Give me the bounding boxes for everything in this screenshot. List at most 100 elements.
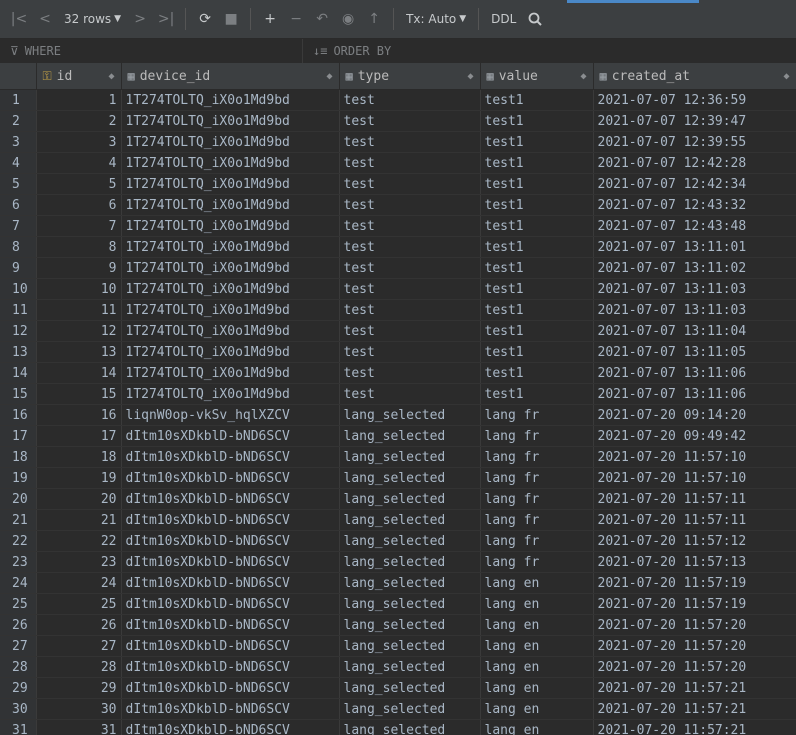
refresh-icon[interactable]: ⟳ — [192, 6, 218, 32]
cell-device-id[interactable]: dItm10sXDkblD-bND6SCV — [121, 572, 340, 594]
sort-toggle-icon[interactable]: ◆ — [108, 71, 114, 82]
cell-created-at[interactable]: 2021-07-07 13:11:01 — [593, 236, 796, 258]
cell-device-id[interactable]: 1T274TOLTQ_iX0o1Md9bd — [121, 173, 340, 195]
where-filter-input[interactable]: ⊽ WHERE — [0, 39, 303, 63]
table-row[interactable]: 6 6 1T274TOLTQ_iX0o1Md9bd test test1 2021-07-… — [0, 194, 796, 216]
table-row[interactable]: 12 12 1T274TOLTQ_iX0o1Md9bd test test1 2021-0… — [0, 320, 796, 342]
cell-value[interactable]: test1 — [480, 131, 594, 153]
table-row[interactable]: 7 7 1T274TOLTQ_iX0o1Md9bd test test1 2021-07-… — [0, 215, 796, 237]
cell-created-at[interactable]: 2021-07-07 12:42:34 — [593, 173, 796, 195]
cell-created-at[interactable]: 2021-07-07 13:11:05 — [593, 341, 796, 363]
cell-id[interactable]: 12 — [36, 320, 122, 342]
cell-type[interactable]: lang_selected — [339, 719, 481, 735]
table-row[interactable]: 21 21 dItm10sXDkblD-bND6SCV lang_selected la… — [0, 509, 796, 531]
cell-id[interactable]: 11 — [36, 299, 122, 321]
table-row[interactable]: 18 18 dItm10sXDkblD-bND6SCV lang_selected la… — [0, 446, 796, 468]
cell-device-id[interactable]: 1T274TOLTQ_iX0o1Md9bd — [121, 341, 340, 363]
cell-created-at[interactable]: 2021-07-07 13:11:06 — [593, 362, 796, 384]
cell-id[interactable]: 23 — [36, 551, 122, 573]
cell-device-id[interactable]: 1T274TOLTQ_iX0o1Md9bd — [121, 362, 340, 384]
sort-toggle-icon[interactable]: ◆ — [467, 71, 473, 82]
column-header-id[interactable]: ⚿ id ◆ — [36, 63, 122, 90]
cell-value[interactable]: test1 — [480, 257, 594, 279]
cell-created-at[interactable]: 2021-07-07 12:42:28 — [593, 152, 796, 174]
table-row[interactable]: 26 26 dItm10sXDkblD-bND6SCV lang_selected la… — [0, 614, 796, 636]
cell-device-id[interactable]: dItm10sXDkblD-bND6SCV — [121, 551, 340, 573]
cell-id[interactable]: 31 — [36, 719, 122, 735]
table-row[interactable]: 15 15 1T274TOLTQ_iX0o1Md9bd test test1 2021-0… — [0, 383, 796, 405]
table-row[interactable]: 27 27 dItm10sXDkblD-bND6SCV lang_selected la… — [0, 635, 796, 657]
cell-created-at[interactable]: 2021-07-20 09:14:20 — [593, 404, 796, 426]
cell-device-id[interactable]: 1T274TOLTQ_iX0o1Md9bd — [121, 299, 340, 321]
table-row[interactable]: 11 11 1T274TOLTQ_iX0o1Md9bd test test1 2021-0… — [0, 299, 796, 321]
cell-created-at[interactable]: 2021-07-20 11:57:12 — [593, 530, 796, 552]
column-header-type[interactable]: ▦ type ◆ — [339, 63, 481, 90]
column-header-created-at[interactable]: ▦ created_at ◆ — [593, 63, 796, 90]
cell-id[interactable]: 29 — [36, 677, 122, 699]
table-row[interactable]: 22 22 dItm10sXDkblD-bND6SCV lang_selected la… — [0, 530, 796, 552]
cell-device-id[interactable]: 1T274TOLTQ_iX0o1Md9bd — [121, 131, 340, 153]
cell-id[interactable]: 24 — [36, 572, 122, 594]
cell-device-id[interactable]: dItm10sXDkblD-bND6SCV — [121, 509, 340, 531]
cell-type[interactable]: lang_selected — [339, 614, 481, 636]
cell-value[interactable]: lang fr — [480, 446, 594, 468]
ddl-button[interactable]: DDL — [485, 12, 522, 26]
cell-device-id[interactable]: liqnW0op-vkSv_hqlXZCV — [121, 404, 340, 426]
cell-value[interactable]: lang en — [480, 698, 594, 720]
cell-value[interactable]: lang en — [480, 593, 594, 615]
cell-device-id[interactable]: 1T274TOLTQ_iX0o1Md9bd — [121, 278, 340, 300]
table-row[interactable]: 28 28 dItm10sXDkblD-bND6SCV lang_selected la… — [0, 656, 796, 678]
table-row[interactable]: 2 2 1T274TOLTQ_iX0o1Md9bd test test1 2021-07-… — [0, 110, 796, 132]
cell-id[interactable]: 1 — [36, 89, 122, 111]
cell-type[interactable]: test — [339, 194, 481, 216]
cell-type[interactable]: lang_selected — [339, 677, 481, 699]
cell-created-at[interactable]: 2021-07-07 12:43:48 — [593, 215, 796, 237]
cell-device-id[interactable]: dItm10sXDkblD-bND6SCV — [121, 467, 340, 489]
cell-device-id[interactable]: dItm10sXDkblD-bND6SCV — [121, 635, 340, 657]
cell-value[interactable]: lang fr — [480, 467, 594, 489]
cell-id[interactable]: 5 — [36, 173, 122, 195]
table-row[interactable]: 9 9 1T274TOLTQ_iX0o1Md9bd test test1 2021-07-… — [0, 257, 796, 279]
cell-id[interactable]: 8 — [36, 236, 122, 258]
cell-type[interactable]: test — [339, 320, 481, 342]
order-by-input[interactable]: ↓≡ ORDER BY — [303, 39, 391, 63]
preview-changes-icon[interactable]: ◉ — [335, 6, 361, 32]
cell-id[interactable]: 10 — [36, 278, 122, 300]
table-row[interactable]: 19 19 dItm10sXDkblD-bND6SCV lang_selected la… — [0, 467, 796, 489]
cell-id[interactable]: 19 — [36, 467, 122, 489]
cell-type[interactable]: test — [339, 299, 481, 321]
cell-id[interactable]: 2 — [36, 110, 122, 132]
cell-value[interactable]: lang fr — [480, 425, 594, 447]
cell-type[interactable]: lang_selected — [339, 572, 481, 594]
cell-value[interactable]: test1 — [480, 320, 594, 342]
cell-value[interactable]: test1 — [480, 341, 594, 363]
cell-value[interactable]: test1 — [480, 383, 594, 405]
cell-device-id[interactable]: dItm10sXDkblD-bND6SCV — [121, 698, 340, 720]
cell-value[interactable]: test1 — [480, 215, 594, 237]
cell-type[interactable]: lang_selected — [339, 509, 481, 531]
cell-device-id[interactable]: dItm10sXDkblD-bND6SCV — [121, 446, 340, 468]
cell-type[interactable]: lang_selected — [339, 530, 481, 552]
cell-value[interactable]: lang fr — [480, 488, 594, 510]
cell-created-at[interactable]: 2021-07-20 11:57:11 — [593, 509, 796, 531]
cell-value[interactable]: lang en — [480, 677, 594, 699]
cell-created-at[interactable]: 2021-07-20 11:57:19 — [593, 572, 796, 594]
cell-id[interactable]: 18 — [36, 446, 122, 468]
table-row[interactable]: 17 17 dItm10sXDkblD-bND6SCV lang_selected la… — [0, 425, 796, 447]
table-row[interactable]: 16 16 liqnW0op-vkSv_hqlXZCV lang_selected la… — [0, 404, 796, 426]
cell-type[interactable]: test — [339, 89, 481, 111]
cell-created-at[interactable]: 2021-07-20 11:57:20 — [593, 635, 796, 657]
cell-id[interactable]: 27 — [36, 635, 122, 657]
table-row[interactable]: 23 23 dItm10sXDkblD-bND6SCV lang_selected la… — [0, 551, 796, 573]
cell-id[interactable]: 3 — [36, 131, 122, 153]
cell-type[interactable]: test — [339, 173, 481, 195]
next-page-icon[interactable]: > — [127, 6, 153, 32]
cell-created-at[interactable]: 2021-07-20 11:57:20 — [593, 614, 796, 636]
cell-value[interactable]: test1 — [480, 89, 594, 111]
cell-value[interactable]: lang fr — [480, 530, 594, 552]
cell-type[interactable]: test — [339, 131, 481, 153]
table-row[interactable]: 8 8 1T274TOLTQ_iX0o1Md9bd test test1 2021-07-… — [0, 236, 796, 258]
table-row[interactable]: 10 10 1T274TOLTQ_iX0o1Md9bd test test1 2021-0… — [0, 278, 796, 300]
cell-id[interactable]: 16 — [36, 404, 122, 426]
cell-device-id[interactable]: 1T274TOLTQ_iX0o1Md9bd — [121, 152, 340, 174]
